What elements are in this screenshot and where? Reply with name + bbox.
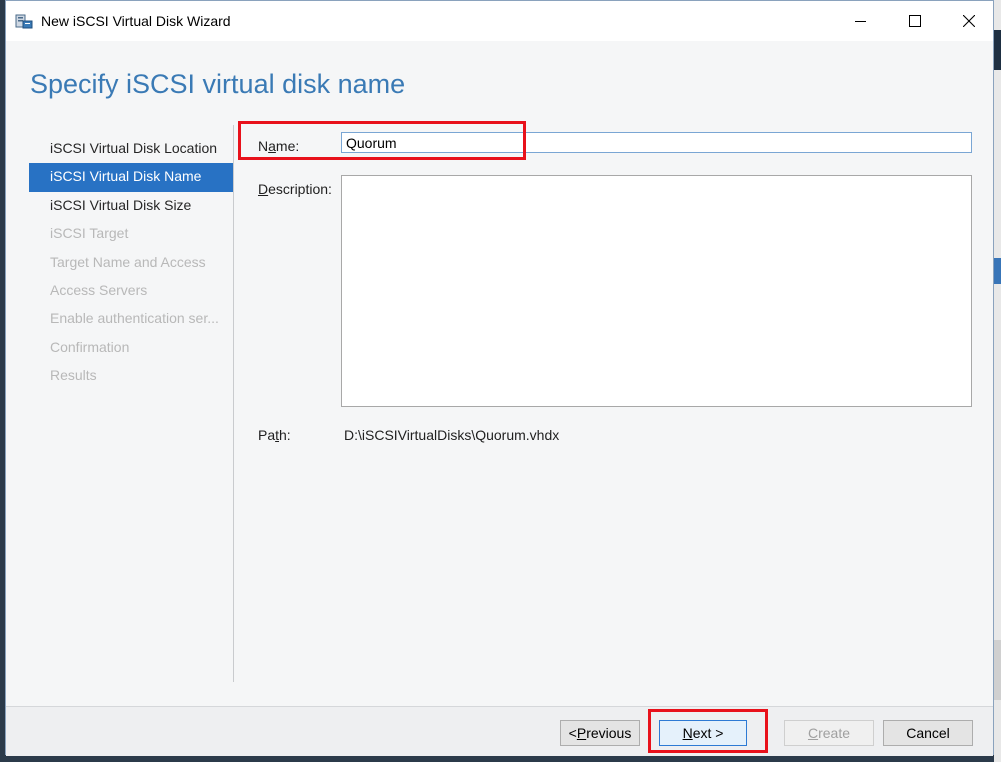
nav-divider [233, 125, 234, 682]
minimize-icon [855, 15, 867, 27]
name-label: Name: [258, 138, 300, 154]
cancel-button[interactable]: Cancel [883, 720, 973, 746]
window-title: New iSCSI Virtual Disk Wizard [41, 13, 231, 29]
button-bar: < Previous Next > Create Cancel [6, 706, 993, 756]
maximize-icon [909, 15, 921, 27]
path-value: D:\iSCSIVirtualDisks\Quorum.vhdx [344, 427, 560, 443]
close-button[interactable] [946, 1, 992, 41]
description-label: Description: [258, 181, 332, 197]
name-input[interactable] [341, 132, 972, 153]
page-heading: Specify iSCSI virtual disk name [30, 69, 406, 99]
maximize-button[interactable] [892, 1, 938, 41]
create-button: Create [784, 720, 874, 746]
title-bar[interactable]: New iSCSI Virtual Disk Wizard [6, 1, 993, 41]
app-icon [15, 13, 33, 29]
background-app-fragment [994, 640, 1001, 700]
nav-step-enable-authentication: Enable authentication ser... [50, 310, 219, 327]
background-app-fragment [994, 258, 1001, 284]
path-label: Path: [258, 427, 291, 443]
background-app-fragment [994, 30, 1001, 70]
nav-step-disk-location[interactable]: iSCSI Virtual Disk Location [29, 135, 233, 163]
nav-step-access-servers: Access Servers [50, 281, 148, 298]
nav-step-disk-name[interactable]: iSCSI Virtual Disk Name [29, 163, 233, 192]
next-button[interactable]: Next > [659, 720, 747, 746]
nav-step-confirmation: Confirmation [50, 338, 130, 355]
close-icon [963, 15, 975, 27]
description-input[interactable] [341, 175, 972, 407]
wizard-window: New iSCSI Virtual Disk Wizard Specify iS… [5, 0, 994, 756]
nav-step-iscsi-target: iSCSI Target [50, 225, 129, 242]
nav-step-target-name-access: Target Name and Access [50, 253, 206, 270]
nav-step-disk-size[interactable]: iSCSI Virtual Disk Size [29, 192, 233, 220]
background-app-edge [994, 0, 1001, 762]
previous-button[interactable]: < Previous [560, 720, 640, 746]
minimize-button[interactable] [838, 1, 884, 41]
nav-step-results: Results [50, 367, 97, 384]
wizard-step-list: iSCSI Virtual Disk Location iSCSI Virtua… [29, 135, 233, 391]
